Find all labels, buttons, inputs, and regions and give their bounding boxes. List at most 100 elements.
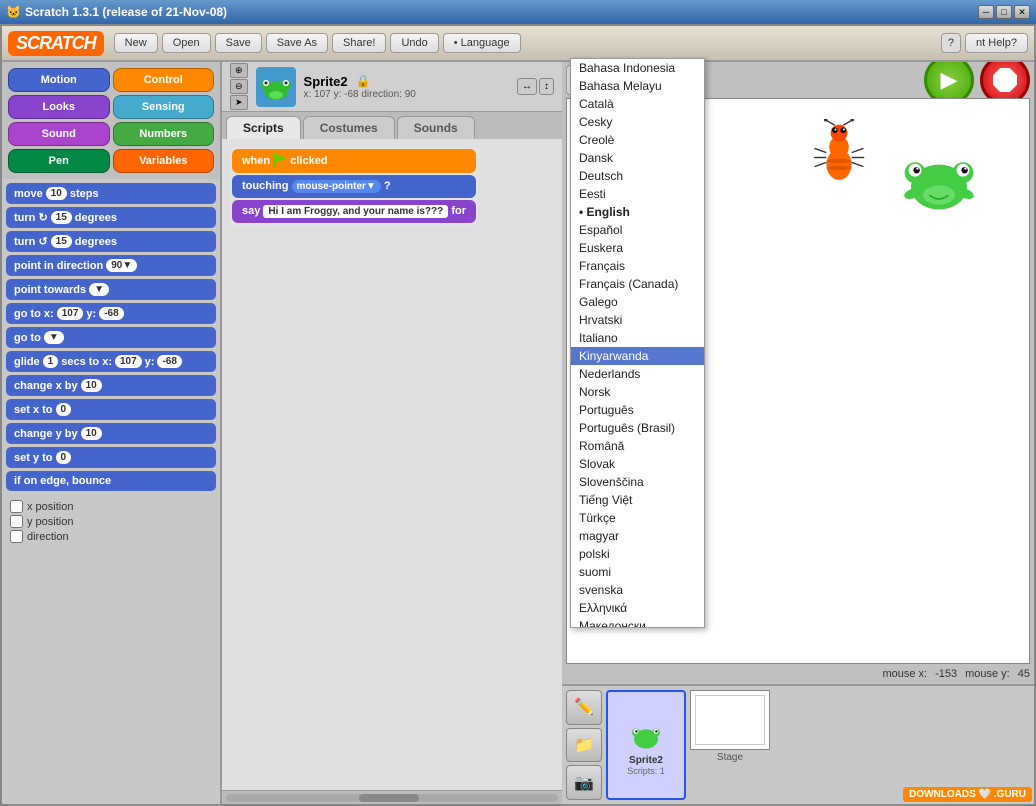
lang-suomi[interactable]: suomi xyxy=(571,563,704,581)
flag-icon xyxy=(273,154,287,168)
share-button[interactable]: Share! xyxy=(332,33,386,53)
lang-francais-canada[interactable]: Français (Canada) xyxy=(571,275,704,293)
category-numbers[interactable]: Numbers xyxy=(113,122,215,146)
block-goto-xy[interactable]: go to x: 107 y: -68 xyxy=(6,303,216,324)
lang-eesti[interactable]: Eesti xyxy=(571,185,704,203)
mouse-x-val: -153 xyxy=(935,668,957,680)
lang-espanol[interactable]: Español xyxy=(571,221,704,239)
block-say-input: Hi I am Froggy, and your name is??? xyxy=(263,205,448,218)
lang-hrvatski[interactable]: Hrvatski xyxy=(571,311,704,329)
lang-svenska[interactable]: svenska xyxy=(571,581,704,599)
lang-bahasa-indonesia[interactable]: Bahasa Indonesia xyxy=(571,59,704,77)
sprite-flip-v[interactable]: ↕ xyxy=(539,78,554,95)
help-button[interactable]: nt Help? xyxy=(965,33,1028,53)
scrollbar-thumb[interactable] xyxy=(359,794,419,802)
category-sensing[interactable]: Sensing xyxy=(113,95,215,119)
sprite-name: Sprite2 xyxy=(304,74,348,89)
lang-francais[interactable]: Français xyxy=(571,257,704,275)
tab-scripts[interactable]: Scripts xyxy=(226,116,301,139)
sprite-shrink-btn[interactable]: ⊖ xyxy=(230,79,248,94)
camera-tool-btn[interactable]: 📷 xyxy=(566,765,602,800)
maximize-button[interactable]: □ xyxy=(996,5,1012,19)
sprite-thumb-icon xyxy=(622,715,670,755)
script-canvas[interactable]: when clicked touching mouse-pointer▼ ? s… xyxy=(222,139,562,790)
lang-english[interactable]: • English xyxy=(571,203,704,221)
checkbox-direction-input[interactable] xyxy=(10,530,23,543)
category-sound[interactable]: Sound xyxy=(8,122,110,146)
lang-macedonian[interactable]: Македонски xyxy=(571,617,704,628)
script-scrollbar[interactable] xyxy=(222,790,562,804)
scrollbar-track[interactable] xyxy=(226,794,558,802)
block-touching[interactable]: touching mouse-pointer▼ ? xyxy=(232,175,476,198)
block-point-direction[interactable]: point in direction 90▼ xyxy=(6,255,216,276)
lang-galego[interactable]: Galego xyxy=(571,293,704,311)
stage-mini-label: Stage xyxy=(717,752,743,763)
lang-catala[interactable]: Català xyxy=(571,95,704,113)
block-bounce[interactable]: if on edge, bounce xyxy=(6,471,216,491)
block-turn-ccw[interactable]: turn ↺ 15 degrees xyxy=(6,231,216,252)
lang-turkce[interactable]: Türkçe xyxy=(571,509,704,527)
category-control[interactable]: Control xyxy=(113,68,215,92)
lang-portugues[interactable]: Português xyxy=(571,401,704,419)
block-changex-val: 10 xyxy=(81,379,102,392)
sprite-flip-h[interactable]: ↔ xyxy=(517,78,537,95)
sprite-arrows: ↔ ↕ xyxy=(517,78,554,95)
block-goto[interactable]: go to ▼ xyxy=(6,327,216,348)
lang-bahasa-melayu[interactable]: Bahasa Melayu xyxy=(571,77,704,95)
lang-greek[interactable]: Ελληνικά xyxy=(571,599,704,617)
paint-tool-btn[interactable]: ✏️ xyxy=(566,690,602,725)
block-point-towards[interactable]: point towards ▼ xyxy=(6,279,216,300)
lang-cesky[interactable]: Cesky xyxy=(571,113,704,131)
lang-dansk[interactable]: Dansk xyxy=(571,149,704,167)
lang-magyar[interactable]: magyar xyxy=(571,527,704,545)
block-change-y[interactable]: change y by 10 xyxy=(6,423,216,444)
lang-nederlands[interactable]: Nederlands xyxy=(571,365,704,383)
block-direction-val: 90▼ xyxy=(106,259,137,272)
tab-costumes[interactable]: Costumes xyxy=(303,116,395,139)
minimize-button[interactable]: ─ xyxy=(978,5,994,19)
new-button[interactable]: New xyxy=(114,33,158,53)
block-move[interactable]: move 10 steps xyxy=(6,183,216,204)
lang-kinyarwanda[interactable]: Kinyarwanda xyxy=(571,347,704,365)
undo-button[interactable]: Undo xyxy=(390,33,438,53)
checkbox-xposition-input[interactable] xyxy=(10,500,23,513)
sprite-arrow-btn[interactable]: ➤ xyxy=(230,95,248,110)
lang-slovak[interactable]: Slovak xyxy=(571,455,704,473)
sprite-thumb-sprite2[interactable]: Sprite2 Scripts: 1 xyxy=(606,690,686,800)
block-gotox-val: 107 xyxy=(57,307,84,320)
open-button[interactable]: Open xyxy=(162,33,211,53)
lang-slovenscina[interactable]: Slovenščina xyxy=(571,473,704,491)
lang-italiano[interactable]: Italiano xyxy=(571,329,704,347)
checkbox-yposition-input[interactable] xyxy=(10,515,23,528)
lang-deutsch[interactable]: Deutsch xyxy=(571,167,704,185)
lang-euskera[interactable]: Euskera xyxy=(571,239,704,257)
block-say[interactable]: say Hi I am Froggy, and your name is??? … xyxy=(232,200,476,223)
lang-polski[interactable]: polski xyxy=(571,545,704,563)
lang-tieng-viet[interactable]: Tiếng Việt xyxy=(571,491,704,509)
block-turn-cw[interactable]: turn ↻ 15 degrees xyxy=(6,207,216,228)
lang-portugues-brasil[interactable]: Português (Brasil) xyxy=(571,419,704,437)
sprite-expand-btn[interactable]: ⊕ xyxy=(230,63,248,78)
checkbox-yposition: y position xyxy=(10,515,216,528)
lang-creole[interactable]: Creolè xyxy=(571,131,704,149)
category-motion[interactable]: Motion xyxy=(8,68,110,92)
lang-norsk[interactable]: Norsk xyxy=(571,383,704,401)
block-glide[interactable]: glide 1 secs to x: 107 y: -68 xyxy=(6,351,216,372)
folder-tool-btn[interactable]: 📁 xyxy=(566,728,602,763)
save-button[interactable]: Save xyxy=(215,33,262,53)
category-looks[interactable]: Looks xyxy=(8,95,110,119)
category-pen[interactable]: Pen xyxy=(8,149,110,173)
close-button[interactable]: ✕ xyxy=(1014,5,1030,19)
tab-sounds[interactable]: Sounds xyxy=(397,116,475,139)
lang-romana[interactable]: Română xyxy=(571,437,704,455)
saveas-button[interactable]: Save As xyxy=(266,33,328,53)
language-button[interactable]: • Language xyxy=(443,33,521,53)
language-dropdown[interactable]: Bahasa Indonesia Bahasa Melayu Català Ce… xyxy=(570,58,705,628)
block-sety-val: 0 xyxy=(56,451,72,464)
block-set-y[interactable]: set y to 0 xyxy=(6,447,216,468)
stage-mini[interactable] xyxy=(690,690,770,750)
category-variables[interactable]: Variables xyxy=(113,149,215,173)
block-when-clicked[interactable]: when clicked xyxy=(232,149,476,173)
block-change-x[interactable]: change x by 10 xyxy=(6,375,216,396)
block-set-x[interactable]: set x to 0 xyxy=(6,399,216,420)
